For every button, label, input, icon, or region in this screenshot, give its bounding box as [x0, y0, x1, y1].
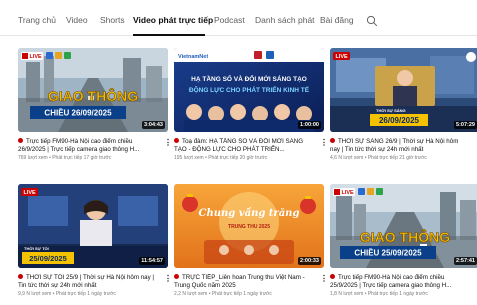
video-title[interactable]: THỜI SỰ TỐI 25/9 | Thời sự Hà Nội hôm na… — [18, 274, 158, 290]
overlay-title: 25/09/2025 — [29, 254, 67, 263]
tab-playlists[interactable]: Danh sách phát — [255, 15, 315, 25]
tab-shorts[interactable]: Shorts — [100, 15, 125, 25]
video-meta: 4,6 N lượt xem • Phát trực tiếp 21 giờ t… — [330, 155, 427, 161]
live-badge: LIVE — [336, 54, 349, 60]
overlay-subtitle: CHIỀU 26/09/2025 — [44, 108, 112, 118]
tab-posts[interactable]: Bài đăng — [320, 15, 354, 25]
video-meta: 9,9 N lượt xem • Phát trực tiếp 1 ngày t… — [18, 291, 116, 297]
video-duration: 5:07:29 — [454, 121, 477, 129]
search-icon[interactable] — [366, 15, 378, 27]
live-dot-icon — [18, 274, 23, 279]
live-dot-icon — [330, 274, 335, 279]
live-dot-icon — [174, 274, 179, 279]
live-badge: LIVE — [24, 190, 37, 196]
overlay-title: GIAO THÔNG — [360, 228, 450, 245]
tab-podcast[interactable]: Podcast — [214, 15, 245, 25]
more-options-icon[interactable]: ⋮ — [320, 139, 328, 147]
video-thumbnail[interactable]: VietnamNet HẠ TẦNG SỐ VÀ ĐỔI MỚI SÁNG TẠ… — [174, 48, 324, 132]
live-badge: LIVE — [342, 190, 355, 196]
video-title[interactable]: Toạ đàm: HẠ TẦNG SỐ VÀ ĐỔI MỚI SÁNG TẠO … — [174, 138, 314, 154]
video-thumbnail[interactable]: LIVE GIAO THÔNG CHIỀU 26/09/2025 3:04:43 — [18, 48, 168, 132]
overlay-title: GIAO THÔNG — [48, 87, 138, 104]
overlay-subtitle: CHIỀU 25/09/2025 — [354, 248, 422, 258]
channel-tabs: Trang chủ Video Shorts Video phát trực t… — [0, 0, 477, 36]
channel-logo: VietnamNet — [178, 54, 208, 60]
live-dot-icon — [18, 138, 23, 143]
live-badge: LIVE — [30, 54, 43, 60]
video-title[interactable]: Trực tiếp FM90-Hà Nội cao điểm chiều 26/… — [18, 138, 158, 154]
tab-home[interactable]: Trang chủ — [18, 15, 56, 25]
video-duration: 2:57:41 — [454, 257, 477, 265]
video-title[interactable]: Trực tiếp FM90-Hà Nội cao điểm chiều 25/… — [330, 274, 470, 290]
live-dot-icon — [174, 138, 179, 143]
video-duration: 11:54:57 — [139, 257, 165, 265]
video-title[interactable]: TRỰC TIẾP_Liên hoan Trung thu Việt Nam -… — [174, 274, 314, 290]
video-meta: 2,2 N lượt xem • Phát trực tiếp 1 ngày t… — [174, 291, 272, 297]
active-tab-indicator — [133, 34, 205, 36]
overlay-subtitle: TRUNG THU 2025 — [228, 224, 270, 230]
video-thumbnail[interactable]: LIVE 25/09/2025 THỜI SỰ TỐI 11:54:57 — [18, 184, 168, 268]
overlay-title: Chung vầng trăng — [199, 207, 300, 219]
live-dot-icon — [330, 138, 335, 143]
tab-videos[interactable]: Video — [66, 15, 88, 25]
video-meta: 1,8 N lượt xem • Phát trực tiếp 1 ngày t… — [330, 291, 428, 297]
tab-live[interactable]: Video phát trực tiếp — [133, 15, 213, 25]
overlay-subtitle: THỜI SỰ TỐI — [24, 246, 49, 251]
video-meta: 195 lượt xem • Phát trực tiếp 20 giờ trư… — [174, 155, 268, 161]
more-options-icon[interactable]: ⋮ — [320, 275, 328, 283]
video-meta: 769 lượt xem • Phát trực tiếp 17 giờ trư… — [18, 155, 112, 161]
video-duration: 1:00:00 — [298, 121, 321, 129]
video-duration: 2:00:33 — [298, 257, 321, 265]
overlay-subtitle: THỜI SỰ SÁNG — [376, 108, 406, 113]
video-thumbnail[interactable]: LIVE GIAO THÔNG CHIỀU 25/09/2025 2:57:41 — [330, 184, 477, 268]
more-options-icon[interactable]: ⋮ — [164, 275, 172, 283]
video-thumbnail[interactable]: Chung vầng trăng TRUNG THU 2025 2:00:33 — [174, 184, 324, 268]
more-options-icon[interactable]: ⋮ — [164, 139, 172, 147]
overlay-title: 26/09/2025 — [379, 116, 420, 125]
video-duration: 3:04:43 — [142, 121, 165, 129]
video-thumbnail[interactable]: LIVE 26/09/2025 THỜI SỰ SÁNG 5:07:29 — [330, 48, 477, 132]
video-title[interactable]: THỜI SỰ SÁNG 26/9 | Thời sự Hà Nội hôm n… — [330, 138, 470, 154]
